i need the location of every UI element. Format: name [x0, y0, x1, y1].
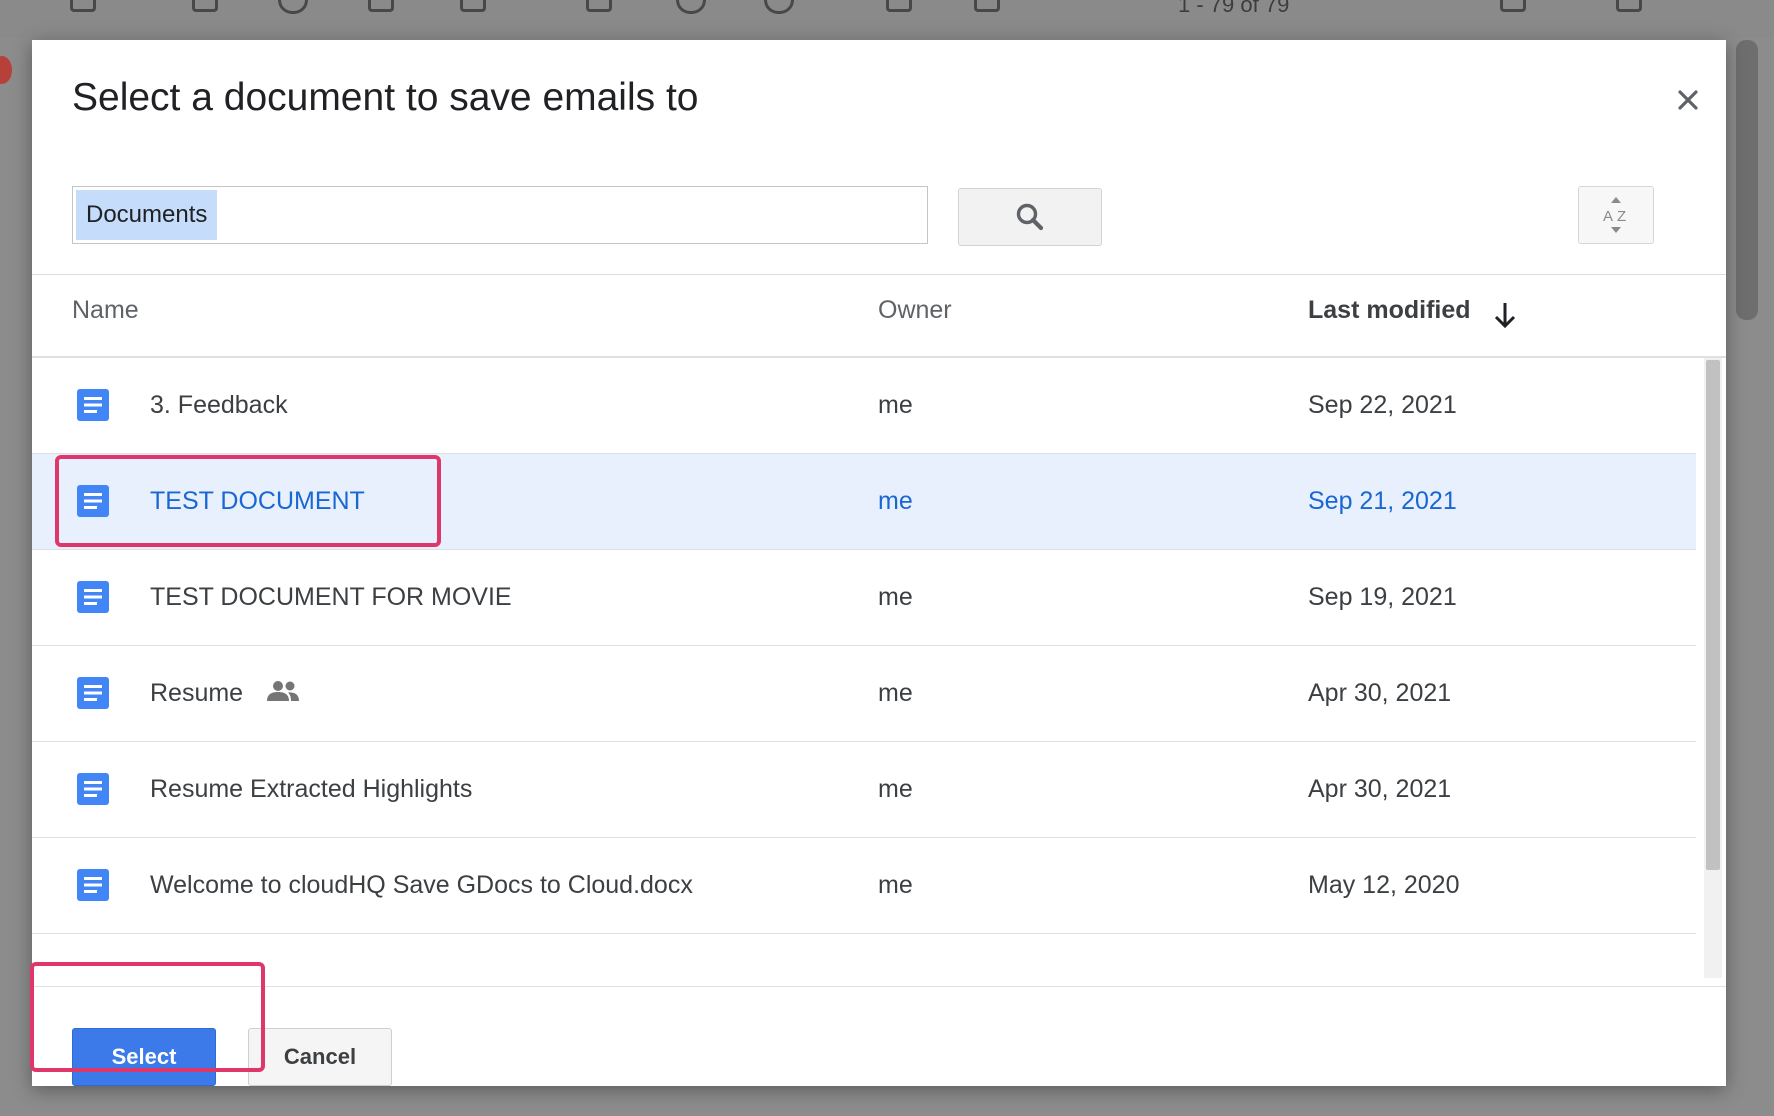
delete-icon: [368, 0, 394, 12]
list-scrollbar-thumb[interactable]: [1706, 360, 1720, 870]
document-owner: me: [878, 871, 913, 899]
select-document-dialog: Select a document to save emails to Docu…: [32, 40, 1726, 1086]
search-input[interactable]: Documents: [72, 186, 928, 244]
document-last-modified: Apr 30, 2021: [1308, 679, 1452, 707]
column-header-name[interactable]: Name: [72, 296, 139, 325]
document-owner: me: [878, 487, 913, 515]
add-task-icon: [764, 0, 794, 14]
dialog-title: Select a document to save emails to: [72, 76, 699, 119]
document-last-modified: Sep 21, 2021: [1308, 487, 1457, 515]
email-list-row: [0, 1090, 1774, 1116]
move-to-icon: [586, 0, 612, 12]
document-owner: me: [878, 775, 913, 803]
document-last-modified: May 12, 2020: [1308, 871, 1460, 899]
google-doc-icon: [77, 485, 109, 517]
column-header-last-modified[interactable]: Last modified: [1308, 296, 1471, 325]
footer-divider: [32, 986, 1726, 987]
settings-icon: [1616, 0, 1642, 12]
search-button[interactable]: [958, 188, 1102, 246]
document-name: Resume Extracted Highlights: [150, 775, 473, 803]
google-doc-icon: [77, 677, 109, 709]
document-name: 3. Feedback: [150, 391, 288, 419]
svg-text:Z: Z: [1617, 208, 1626, 225]
document-row[interactable]: Resume me Apr 30, 2021: [32, 646, 1696, 742]
select-button[interactable]: Select: [72, 1028, 216, 1086]
google-doc-icon: [77, 389, 109, 421]
mark-unread-icon: [460, 0, 486, 12]
document-list: 3. Feedback me Sep 22, 2021 TEST DOCUMENT m…: [32, 358, 1696, 978]
column-header-owner[interactable]: Owner: [878, 296, 952, 325]
sort-az-button[interactable]: A Z: [1578, 186, 1654, 244]
edit-icon: [974, 0, 1000, 12]
header-divider: [32, 274, 1726, 275]
archive-icon: [192, 0, 218, 12]
document-name: Resume: [150, 646, 300, 741]
document-last-modified: Sep 19, 2021: [1308, 583, 1457, 611]
google-doc-icon: [77, 869, 109, 901]
document-row[interactable]: TEST DOCUMENT FOR MOVIE me Sep 19, 2021: [32, 550, 1696, 646]
people-icon: [267, 681, 300, 702]
document-name: TEST DOCUMENT FOR MOVIE: [150, 583, 512, 611]
close-button[interactable]: [1668, 80, 1708, 120]
document-name: TEST DOCUMENT: [150, 487, 365, 515]
document-owner: me: [878, 583, 913, 611]
svg-text:A: A: [1603, 208, 1613, 225]
close-icon: [1678, 90, 1698, 110]
cancel-button[interactable]: Cancel: [248, 1028, 392, 1086]
search-input-value: Documents: [76, 190, 218, 240]
document-row[interactable]: 3. Feedback me Sep 22, 2021: [32, 358, 1696, 454]
document-owner: me: [878, 679, 913, 707]
gmail-toolbar: 1 - 79 of 79: [0, 0, 1774, 38]
search-icon: [1016, 203, 1044, 231]
label-icon: [886, 0, 912, 12]
pagination-counter: 1 - 79 of 79: [1178, 0, 1290, 17]
document-row[interactable]: Resume Extracted Highlights me Apr 30, 202…: [32, 742, 1696, 838]
select-checkbox-icon: [70, 0, 96, 12]
arrow-down-icon[interactable]: [1490, 298, 1520, 332]
sort-az-icon: A Z: [1603, 197, 1626, 233]
google-doc-icon: [77, 773, 109, 805]
document-owner: me: [878, 391, 913, 419]
document-last-modified: Apr 30, 2021: [1308, 775, 1452, 803]
document-row[interactable]: TEST DOCUMENT me Sep 21, 2021: [32, 454, 1696, 550]
keyboard-icon: [1500, 0, 1526, 12]
document-name: Welcome to cloudHQ Save GDocs to Cloud.d…: [150, 871, 693, 899]
document-last-modified: Sep 22, 2021: [1308, 391, 1457, 419]
snooze-icon: [676, 0, 706, 14]
report-spam-icon: [278, 0, 308, 14]
document-row[interactable]: Welcome to cloudHQ Save GDocs to Cloud.d…: [32, 838, 1696, 934]
google-doc-icon: [77, 581, 109, 613]
page-scrollbar[interactable]: [1736, 40, 1758, 320]
